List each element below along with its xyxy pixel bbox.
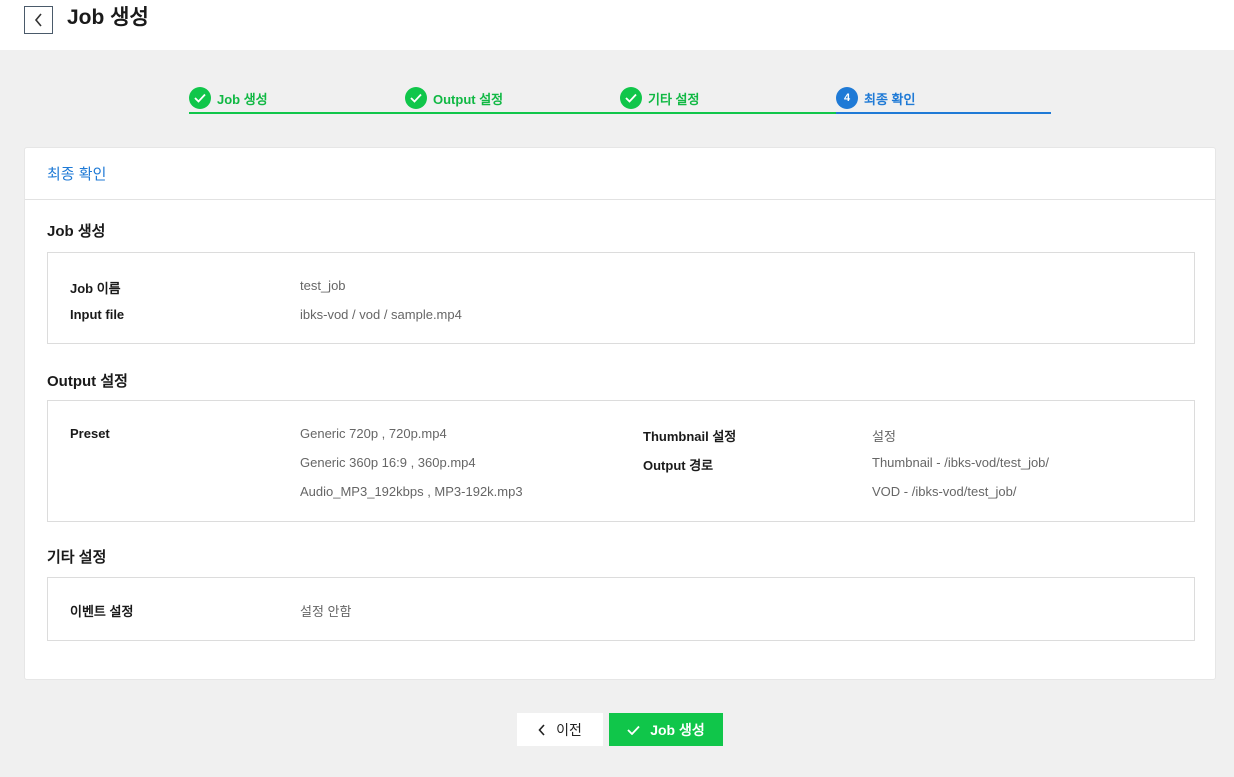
section-title-etc: 기타 설정 [47, 549, 107, 566]
back-button[interactable] [24, 6, 53, 34]
preset-label: Preset [70, 426, 110, 441]
input-file-label: Input file [70, 307, 125, 322]
job-name-value: test_job [300, 278, 346, 293]
preset-item: Generic 360p 16:9 , 360p.mp4 [300, 455, 476, 470]
step-final-confirm[interactable]: 4 최종 확인 [836, 82, 915, 114]
job-info-box: Job 이름 test_job Input file ibks-vod / vo… [47, 252, 1195, 344]
stepper-progress-line [189, 112, 836, 114]
event-value: 설정 안함 [300, 604, 352, 619]
stepper: Job 생성 Output 설정 기타 설정 4 최종 확인 [189, 82, 1051, 114]
top-bar: Job 생성 [0, 0, 1234, 50]
step-job-create[interactable]: Job 생성 [189, 82, 268, 114]
thumbnail-label: Thumbnail 설정 [643, 429, 737, 444]
prev-button-label: 이전 [556, 721, 582, 738]
section-title-output: Output 설정 [47, 373, 128, 390]
step-label: 최종 확인 [864, 91, 916, 107]
job-name-label: Job 이름 [70, 281, 121, 296]
chevron-left-icon [34, 13, 42, 27]
step-output-settings[interactable]: Output 설정 [405, 82, 503, 114]
output-path-item: VOD - /ibks-vod/test_job/ [872, 484, 1017, 499]
etc-info-box: 이벤트 설정 설정 안함 [47, 577, 1195, 641]
output-info-box: Preset Generic 720p , 720p.mp4 Generic 3… [47, 400, 1195, 522]
check-icon [627, 725, 640, 735]
input-file-value: ibks-vod / vod / sample.mp4 [300, 307, 462, 322]
section-title-job: Job 생성 [47, 223, 106, 240]
step-label: 기타 설정 [648, 91, 700, 107]
chevron-left-icon [538, 723, 545, 736]
create-job-button-label: Job 생성 [650, 721, 705, 738]
output-path-label: Output 경로 [643, 458, 714, 473]
check-icon [189, 87, 211, 109]
prev-button[interactable]: 이전 [517, 713, 603, 746]
card-title: 최종 확인 [47, 166, 107, 183]
step-label: Output 설정 [433, 91, 504, 107]
page-title: Job 생성 [67, 6, 149, 29]
final-confirm-card: 최종 확인 Job 생성 Job 이름 test_job Input file … [24, 147, 1216, 680]
step-etc-settings[interactable]: 기타 설정 [620, 82, 699, 114]
step-label: Job 생성 [217, 91, 268, 107]
output-path-item: Thumbnail - /ibks-vod/test_job/ [872, 455, 1050, 470]
preset-item: Audio_MP3_192kbps , MP3-192k.mp3 [300, 484, 523, 499]
step-number-badge: 4 [836, 87, 858, 109]
check-icon [405, 87, 427, 109]
event-label: 이벤트 설정 [70, 604, 134, 619]
preset-item: Generic 720p , 720p.mp4 [300, 426, 447, 441]
card-header: 최종 확인 [25, 148, 1215, 200]
footer-actions: 이전 Job 생성 [517, 713, 723, 746]
check-icon [620, 87, 642, 109]
thumbnail-value: 설정 [872, 429, 896, 444]
create-job-button[interactable]: Job 생성 [609, 713, 723, 746]
